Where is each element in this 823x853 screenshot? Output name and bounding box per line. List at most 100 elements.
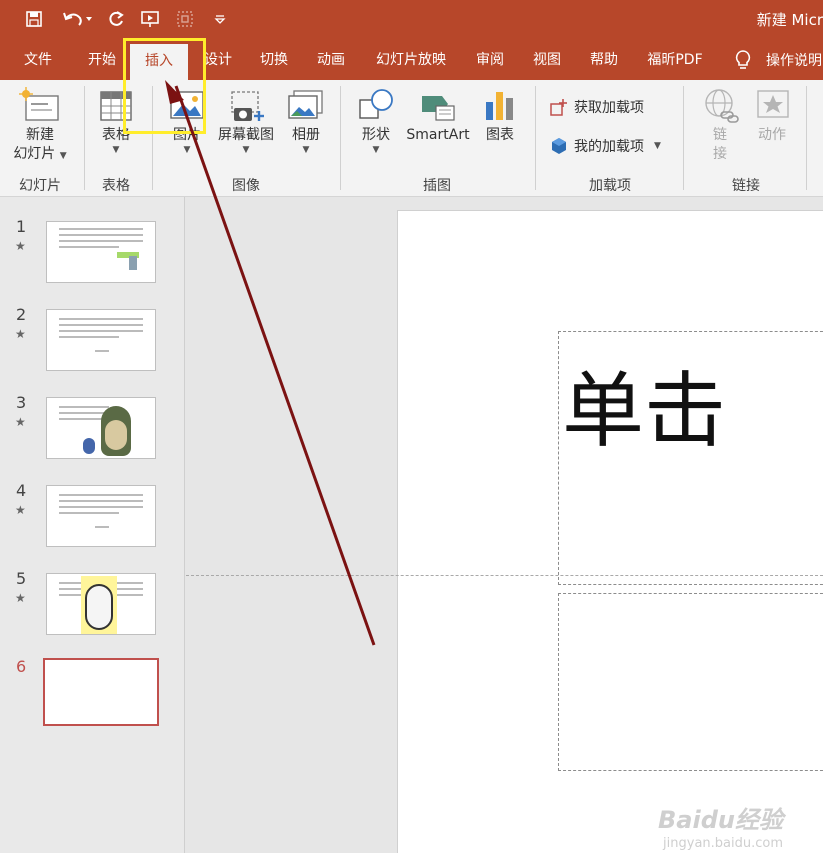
redo-icon[interactable] [104, 8, 128, 30]
group-label-illustrations: 插图 [423, 178, 451, 194]
chevron-down-icon: ▼ [59, 151, 67, 161]
action-button[interactable]: 动作 [748, 86, 796, 145]
table-label: 表格 [102, 127, 130, 143]
slide-number: 5 [16, 569, 27, 588]
group-label-links: 链接 [732, 178, 760, 194]
ribbon-tabs: 文件 开始 插入 设计 切换 动画 幻灯片放映 审阅 视图 帮助 福昕PDF 操… [0, 40, 823, 80]
shapes-label: 形状 [362, 127, 390, 143]
photo-album-icon [288, 90, 323, 119]
thumb-image [85, 584, 113, 630]
tab-file[interactable]: 文件 [18, 40, 58, 80]
chevron-down-icon: ▼ [112, 145, 120, 155]
screenshot-label: 屏幕截图 [218, 127, 274, 143]
save-icon[interactable] [22, 8, 46, 30]
picture-label: 图片 [173, 127, 201, 143]
new-slide-label-2: 幻灯片 [13, 146, 56, 162]
animation-star-icon: ★ [15, 327, 26, 341]
group-separator [84, 86, 85, 190]
tab-slideshow[interactable]: 幻灯片放映 [372, 40, 450, 80]
smartart-icon [422, 96, 455, 121]
slide-thumbnail-5[interactable] [46, 573, 156, 635]
slide-thumbnail-1[interactable] [46, 221, 156, 283]
present-icon[interactable] [138, 8, 162, 30]
chart-label: 图表 [486, 127, 514, 143]
customize-icon[interactable] [210, 8, 230, 30]
my-addins-button[interactable]: 我的加载项 ▼ [550, 136, 661, 156]
link-label-2: 接 [713, 146, 727, 162]
group-separator [152, 86, 153, 190]
group-separator [683, 86, 684, 190]
tab-transitions[interactable]: 切换 [254, 40, 294, 80]
ribbon: 新建 幻灯片 ▼ 幻灯片 表格 ▼ 表格 图片 ▼ 屏幕截图 ▼ 相册 ▼ 图像… [0, 80, 823, 197]
chart-icon [486, 92, 513, 120]
group-separator [806, 86, 807, 190]
title-placeholder-text: 单击 [562, 364, 727, 459]
slide-thumbnail-pane: 1 ★ 2 ★ 3 ★ 4 ★ 5 ★ 6 [0, 197, 185, 853]
animation-star-icon: ★ [15, 415, 26, 429]
lightbulb-icon [735, 50, 751, 69]
chevron-down-icon: ▼ [302, 145, 310, 155]
slide-number: 6 [16, 657, 27, 676]
group-separator [340, 86, 341, 190]
slide-thumbnail-3[interactable] [46, 397, 156, 459]
screenshot-button[interactable]: 屏幕截图 ▼ [214, 86, 278, 155]
animation-star-icon: ★ [15, 239, 26, 253]
photo-album-button[interactable]: 相册 ▼ [284, 86, 328, 155]
subtitle-placeholder[interactable] [558, 593, 823, 771]
group-label-images: 图像 [232, 178, 260, 194]
current-slide[interactable]: 单击 [397, 210, 823, 853]
tab-animations[interactable]: 动画 [311, 40, 351, 80]
slide-editing-area: 单击 [186, 197, 823, 853]
chevron-down-icon: ▼ [183, 145, 191, 155]
slide-thumbnail-2[interactable] [46, 309, 156, 371]
get-addins-button[interactable]: 获取加载项 [550, 97, 644, 117]
tab-help[interactable]: 帮助 [584, 40, 624, 80]
tab-view[interactable]: 视图 [527, 40, 567, 80]
new-slide-label-1: 新建 [26, 127, 54, 143]
group-separator [535, 86, 536, 190]
table-icon [100, 91, 132, 121]
window-title: 新建 Micr [756, 11, 823, 29]
undo-icon[interactable] [58, 8, 96, 30]
store-icon [550, 99, 567, 116]
tell-me-box[interactable]: 操作说明 [734, 40, 822, 80]
group-label-slides: 幻灯片 [19, 178, 61, 194]
watermark-brand: Baidu经验 [658, 806, 783, 834]
shapes-icon [359, 89, 393, 119]
slide-number: 1 [16, 217, 27, 236]
new-slide-button[interactable]: 新建 幻灯片 ▼ [8, 86, 72, 164]
group-label-tables: 表格 [102, 178, 130, 194]
thumb-image [129, 256, 137, 270]
get-addins-label: 获取加载项 [574, 100, 644, 116]
new-slide-icon [19, 87, 59, 121]
chart-button[interactable]: 图表 [478, 86, 522, 145]
center-guide-line [186, 575, 823, 576]
tab-foxit-pdf[interactable]: 福昕PDF [642, 40, 708, 80]
tab-home[interactable]: 开始 [82, 40, 122, 80]
picture-icon [170, 91, 204, 119]
link-button[interactable]: 链 接 [698, 86, 742, 164]
title-bar: 新建 Micr [0, 0, 823, 40]
action-label: 动作 [758, 127, 786, 143]
shapes-button[interactable]: 形状 ▼ [352, 86, 400, 155]
addins-icon [552, 138, 566, 154]
tab-design[interactable]: 设计 [198, 40, 238, 80]
slide-number: 2 [16, 305, 27, 324]
link-label-1: 链 [713, 127, 727, 143]
smartart-button[interactable]: SmartArt [404, 86, 472, 145]
slide-thumbnail-4[interactable] [46, 485, 156, 547]
picture-button[interactable]: 图片 ▼ [164, 86, 210, 155]
slide-thumbnail-6[interactable] [43, 658, 159, 726]
action-star-icon [757, 90, 789, 118]
tell-me-label: 操作说明 [766, 53, 822, 69]
fit-icon[interactable] [173, 8, 197, 30]
screenshot-icon [231, 91, 264, 121]
chevron-down-icon: ▼ [654, 141, 661, 151]
my-addins-label: 我的加载项 [574, 139, 644, 155]
link-globe-icon [705, 89, 739, 123]
tab-review[interactable]: 审阅 [470, 40, 510, 80]
group-label-addins: 加载项 [589, 178, 631, 194]
chevron-down-icon: ▼ [242, 145, 250, 155]
table-button[interactable]: 表格 ▼ [94, 86, 138, 155]
tab-insert[interactable]: 插入 [130, 44, 188, 80]
